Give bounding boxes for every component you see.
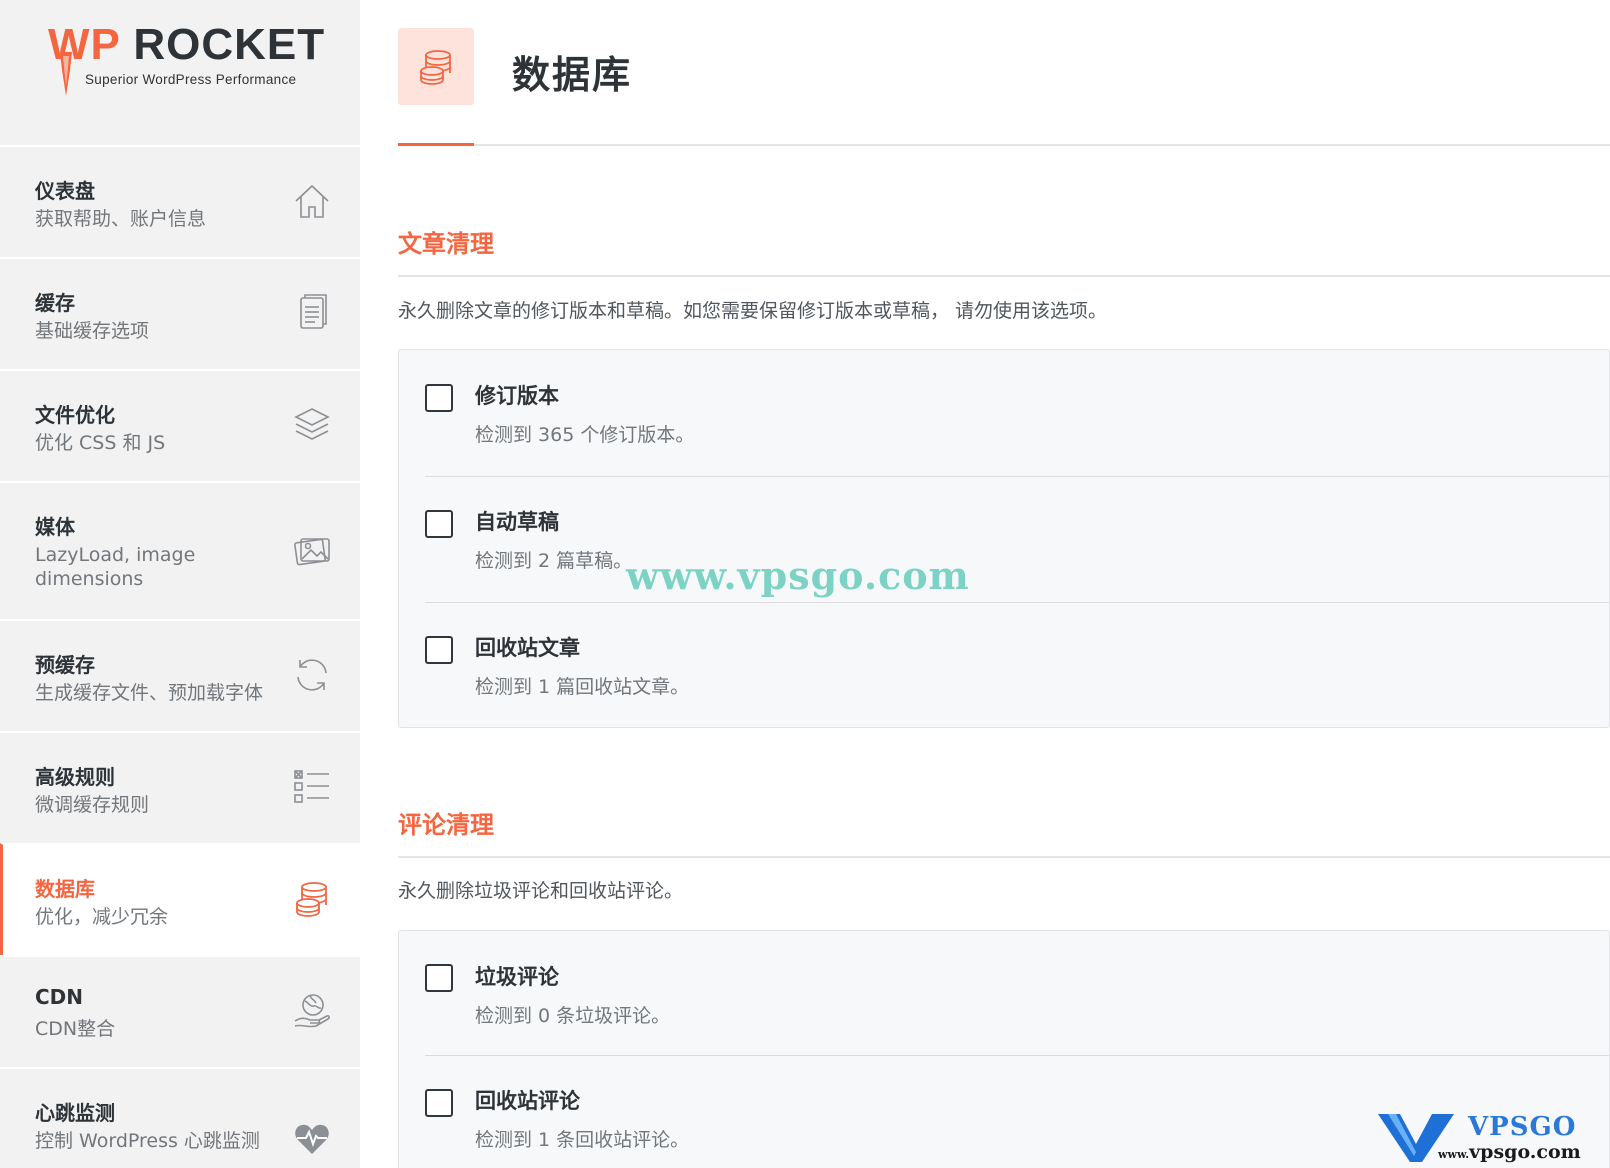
revisions-checkbox[interactable]	[425, 384, 453, 412]
sidebar-item-subtitle: 优化，减少冗余	[35, 906, 169, 928]
sidebar-nav: 仪表盘 获取帮助、账户信息 缓存 基础缓存选项 文件优化 优化 CSS 和 JS…	[0, 145, 360, 1168]
option-label: 自动草稿	[475, 510, 559, 534]
option-label: 垃圾评论	[475, 965, 559, 989]
rocket-flame-icon	[60, 52, 72, 96]
section-description: 永久删除文章的修订版本和草稿。如您需要保留修订版本或草稿， 请勿使用该选项。	[398, 300, 1108, 322]
sidebar-item-cache[interactable]: 缓存 基础缓存选项	[0, 257, 360, 369]
sidebar-item-title: 缓存	[35, 291, 75, 315]
post-cleanup-options-card: 修订版本 检测到 365 个修订版本。 自动草稿 检测到 2 篇草稿。 回收站文…	[398, 349, 1610, 728]
section-title-post-cleanup: 文章清理	[398, 230, 494, 258]
option-spam-comments: 垃圾评论 检测到 0 条垃圾评论。	[399, 931, 1610, 1053]
option-label: 回收站评论	[475, 1089, 580, 1113]
sidebar-item-subtitle: 控制 WordPress 心跳监测	[35, 1130, 260, 1152]
database-icon	[420, 49, 451, 85]
wp-rocket-logo[interactable]: WP ROCKET Superior WordPress Performance	[48, 20, 328, 100]
page-icon-box	[398, 28, 474, 105]
sidebar: WP ROCKET Superior WordPress Performance…	[0, 0, 360, 1168]
sidebar-item-preload[interactable]: 预缓存 生成缓存文件、预加载字体	[0, 619, 360, 731]
sidebar-item-title: 仪表盘	[35, 179, 95, 203]
sidebar-item-advanced-rules[interactable]: 高级规则 微调缓存规则	[0, 731, 360, 843]
heartbeat-icon	[292, 1119, 332, 1159]
sidebar-item-database[interactable]: 数据库 优化，减少冗余	[0, 843, 360, 955]
option-detail: 检测到 1 条回收站评论。	[475, 1129, 690, 1151]
sidebar-item-title: 媒体	[35, 515, 75, 539]
trashed-comments-checkbox[interactable]	[425, 1089, 453, 1117]
sidebar-item-dashboard[interactable]: 仪表盘 获取帮助、账户信息	[0, 145, 360, 257]
refresh-icon	[292, 655, 332, 695]
globe-hand-icon	[292, 991, 332, 1031]
option-trashed-posts: 回收站文章 检测到 1 篇回收站文章。	[399, 602, 1610, 724]
sidebar-item-subtitle: LazyLoad, image dimensions	[35, 544, 196, 590]
sidebar-item-subtitle: 获取帮助、账户信息	[35, 208, 207, 230]
watermark-logo-name: VPSGO	[1468, 1112, 1577, 1142]
section-description: 永久删除垃圾评论和回收站评论。	[398, 880, 684, 902]
option-detail: 检测到 2 篇草稿。	[475, 550, 633, 572]
header-divider	[398, 144, 1610, 146]
option-revisions: 修订版本 检测到 365 个修订版本。	[399, 350, 1610, 472]
sidebar-item-title: 数据库	[35, 877, 95, 901]
watermark-url: www.vpsgo.com	[626, 553, 970, 598]
sidebar-item-title: 心跳监测	[35, 1101, 115, 1125]
header-divider-accent	[398, 143, 474, 146]
section-divider	[398, 856, 1610, 858]
section-title-comment-cleanup: 评论清理	[398, 811, 494, 839]
spam-comments-checkbox[interactable]	[425, 964, 453, 992]
main-content: 数据库 文章清理 永久删除文章的修订版本和草稿。如您需要保留修订版本或草稿， 请…	[360, 0, 1610, 1168]
option-auto-drafts: 自动草稿 检测到 2 篇草稿。	[399, 476, 1610, 598]
sidebar-item-subtitle: CDN整合	[35, 1018, 116, 1040]
sidebar-item-subtitle: 微调缓存规则	[35, 794, 150, 816]
sidebar-item-subtitle: 生成缓存文件、预加载字体	[35, 682, 264, 704]
page-title: 数据库	[512, 53, 633, 97]
sidebar-item-title: 高级规则	[35, 765, 115, 789]
option-detail: 检测到 365 个修订版本。	[475, 424, 695, 446]
sidebar-item-cdn[interactable]: CDN CDN整合	[0, 955, 360, 1067]
section-divider	[398, 275, 1610, 277]
sidebar-item-title: 预缓存	[35, 653, 95, 677]
option-detail: 检测到 1 篇回收站文章。	[475, 676, 690, 698]
sidebar-item-file-optimization[interactable]: 文件优化 优化 CSS 和 JS	[0, 369, 360, 481]
home-icon	[292, 181, 332, 221]
trashed-posts-checkbox[interactable]	[425, 636, 453, 664]
sidebar-item-media[interactable]: 媒体 LazyLoad, image dimensions	[0, 481, 360, 619]
list-icon	[292, 767, 332, 807]
auto-drafts-checkbox[interactable]	[425, 510, 453, 538]
image-icon	[292, 531, 332, 571]
document-icon	[292, 293, 332, 333]
logo-tagline: Superior WordPress Performance	[85, 72, 297, 87]
option-label: 修订版本	[475, 384, 559, 408]
watermark-logo: VPSGO www.vpsgo.com	[1378, 1112, 1600, 1164]
sidebar-item-title: CDN	[35, 985, 84, 1009]
sidebar-item-heartbeat[interactable]: 心跳监测 控制 WordPress 心跳监测	[0, 1067, 360, 1168]
option-label: 回收站文章	[475, 636, 580, 660]
watermark-logo-domain: www.vpsgo.com	[1438, 1141, 1581, 1163]
layers-icon	[292, 405, 332, 445]
sidebar-item-title: 文件优化	[35, 403, 115, 427]
database-icon	[292, 879, 332, 919]
sidebar-item-subtitle: 基础缓存选项	[35, 320, 150, 342]
logo-wordmark: WP ROCKET	[48, 20, 326, 69]
option-detail: 检测到 0 条垃圾评论。	[475, 1005, 671, 1027]
sidebar-item-subtitle: 优化 CSS 和 JS	[35, 432, 166, 454]
